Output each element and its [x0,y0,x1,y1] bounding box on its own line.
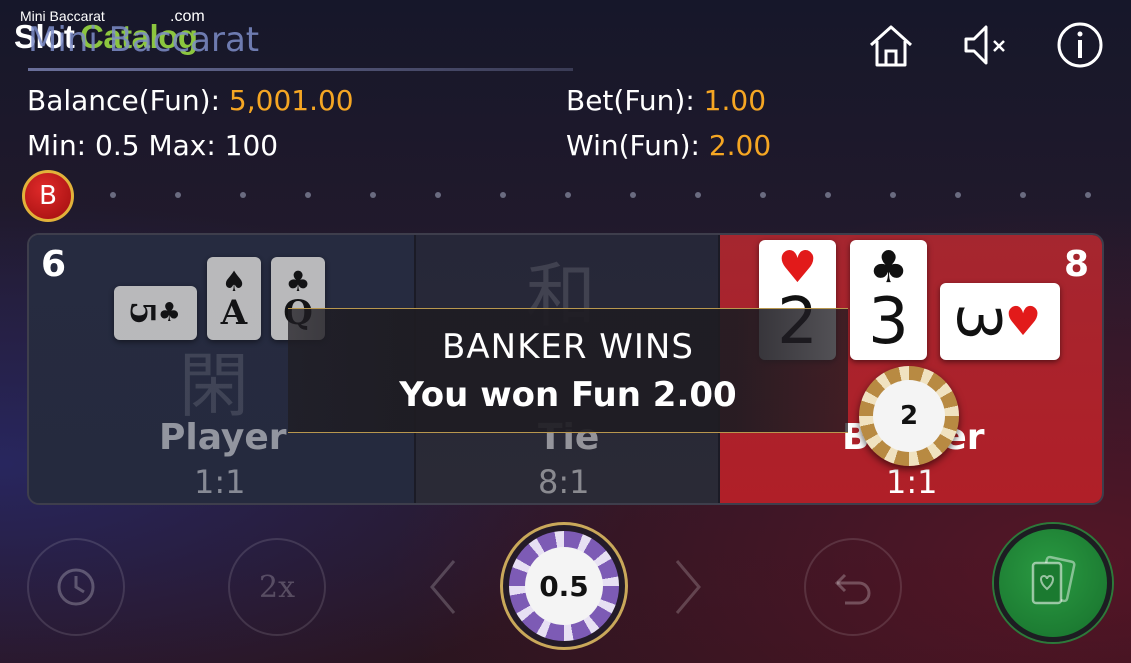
game-title: Mini Baccarat [28,20,260,60]
limits-line: Min: 0.5 Max: 100 [27,129,279,162]
home-button[interactable] [866,20,916,70]
road-result-badge: B [22,170,74,222]
club-icon: ♣ [868,242,909,293]
card-rank: 3 [868,285,909,359]
result-title: BANKER WINS [442,327,694,367]
chevron-right-icon [675,560,701,614]
card-rank: 3 [943,302,1014,341]
selected-chip-value: 0.5 [525,547,603,625]
road-dot [240,192,246,198]
player-odds: 1:1 [194,463,246,501]
sound-toggle-button[interactable] [960,20,1010,70]
chevron-left-icon [430,560,456,614]
road-dot [110,192,116,198]
tie-odds: 8:1 [538,463,590,501]
road-dot [630,192,636,198]
spade-icon: ♠ [221,264,247,298]
bet-value: 1.00 [703,84,767,117]
bet-label: Bet(Fun): [566,84,704,117]
road-dot [760,192,766,198]
road-dot [1085,192,1091,198]
result-message: You won Fun 2.00 [399,375,737,415]
road-dot [175,192,181,198]
road-dot [435,192,441,198]
result-banner: BANKER WINS You won Fun 2.00 [288,308,848,433]
player-score: 6 [41,244,67,285]
clock-icon [57,568,95,606]
road-dot [565,192,571,198]
banker-odds: 1:1 [886,463,938,501]
player-label: Player [159,417,287,458]
balance-label: Balance(Fun): [27,84,229,117]
player-card-1: 5 ♣ [114,286,197,340]
sound-muted-icon [964,25,1005,65]
card-rank: A [220,292,248,333]
double-bet-label: 2x [258,569,295,605]
win-label: Win(Fun): [566,129,709,162]
undo-button[interactable] [804,538,902,636]
home-icon [869,25,913,67]
road-dot [955,192,961,198]
chip-next-button[interactable] [668,552,708,622]
banker-card-3: 3 ♥ [940,283,1060,360]
history-button[interactable] [27,538,125,636]
cards-icon [1031,555,1076,605]
info-button[interactable] [1055,20,1105,70]
banker-score: 8 [1064,244,1090,285]
player-ghost-character: 閑 [179,345,249,427]
chip-selector[interactable]: 0.5 [500,522,628,650]
undo-icon [834,573,871,605]
placed-bet-chip-value: 2 [873,380,945,452]
player-card-2: ♠ A [207,257,261,340]
balance-line: Balance(Fun): 5,001.00 [27,84,354,117]
win-line: Win(Fun): 2.00 [566,129,771,162]
win-value: 2.00 [708,129,772,162]
heart-icon: ♥ [777,242,818,293]
road-dot [370,192,376,198]
road-dot [825,192,831,198]
card-rank: 5 [121,301,162,325]
selected-chip: 0.5 [509,531,619,641]
club-icon: ♣ [285,264,311,298]
deal-button[interactable] [994,524,1112,642]
info-icon [1057,22,1103,68]
title-underline [28,68,573,71]
balance-value: 5,001.00 [228,84,354,117]
road-dot [1020,192,1026,198]
banker-card-2: ♣ 3 [850,240,927,360]
placed-bet-chip: 2 [859,366,959,466]
road-dot [695,192,701,198]
double-bet-button[interactable]: 2x [228,538,326,636]
bet-line: Bet(Fun): 1.00 [566,84,766,117]
road-dot [305,192,311,198]
chip-prev-button[interactable] [423,552,463,622]
road-dot [500,192,506,198]
road-dot [890,192,896,198]
